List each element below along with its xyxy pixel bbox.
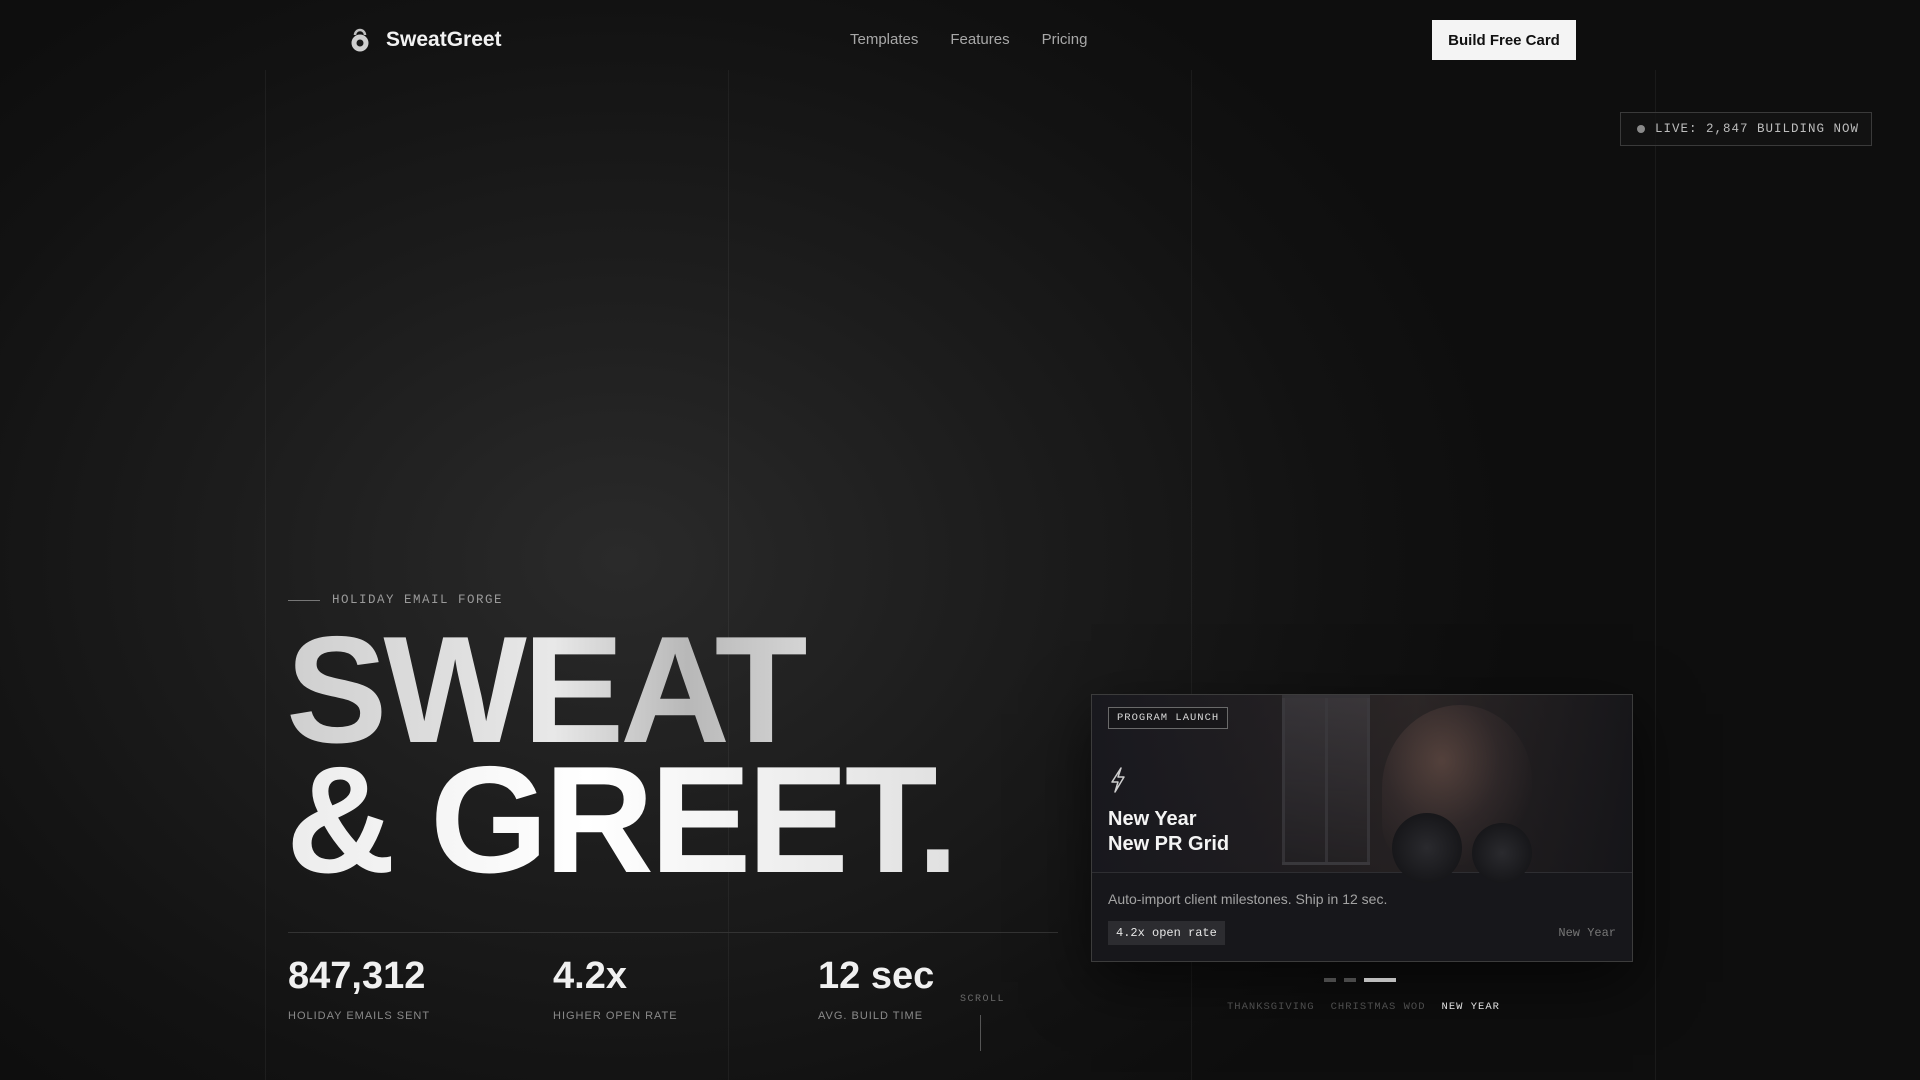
build-free-card-button[interactable]: Build Free Card: [1432, 20, 1576, 60]
carousel-dot-3[interactable]: [1364, 978, 1396, 982]
card-title-line-1: New Year: [1108, 808, 1197, 830]
headline-line-2: & GREET.: [286, 735, 959, 905]
stat-value: 12 sec: [818, 955, 935, 997]
card-title-line-2: New PR Grid: [1108, 833, 1230, 855]
stat-value: 4.2x: [553, 955, 627, 997]
stat-label: HOLIDAY EMAILS SENT: [288, 1010, 431, 1022]
season-selector: THANKSGIVING CHRISTMAS WOD NEW YEAR: [1227, 1001, 1500, 1013]
carousel-dot-2[interactable]: [1344, 978, 1356, 982]
carousel-dots: [1324, 978, 1396, 982]
gym-window-image: [1282, 695, 1370, 865]
stat-label: HIGHER OPEN RATE: [553, 1010, 678, 1022]
live-indicator-dot: [1637, 125, 1645, 133]
weight-plate-image: [1472, 823, 1532, 883]
top-navigation: SweatGreet Templates Features Pricing Bu…: [0, 0, 1920, 80]
weight-plate-image: [1392, 813, 1462, 883]
grid-line: [265, 70, 266, 1080]
card-footer: 4.2x open rate New Year: [1108, 921, 1616, 945]
live-status-text: LIVE: 2,847 BUILDING NOW: [1655, 122, 1860, 136]
nav-links: Templates Features Pricing: [850, 31, 1087, 48]
stat-label: AVG. BUILD TIME: [818, 1010, 924, 1022]
grid-line: [728, 70, 729, 1080]
card-body: Auto-import client milestones. Ship in 1…: [1092, 873, 1632, 961]
open-rate-chip: 4.2x open rate: [1108, 921, 1225, 945]
stat-value: 847,312: [288, 955, 426, 997]
scroll-label: SCROLL: [960, 994, 1006, 1005]
season-christmas-wod[interactable]: CHRISTMAS WOD: [1331, 1001, 1426, 1013]
carousel-dot-1[interactable]: [1324, 978, 1336, 982]
card-title: New Year New PR Grid: [1108, 807, 1229, 857]
grid-line: [1655, 70, 1656, 1080]
card-hero-image: PROGRAM LAUNCH New Year New PR Grid: [1092, 695, 1632, 883]
stat-open-rate: 4.2x HIGHER OPEN RATE: [553, 955, 818, 1022]
live-status-badge: LIVE: 2,847 BUILDING NOW: [1620, 112, 1872, 146]
nav-link-pricing[interactable]: Pricing: [1042, 31, 1088, 48]
stats-divider: [288, 932, 1058, 933]
scroll-indicator[interactable]: SCROLL: [960, 994, 1006, 1051]
scroll-line: [979, 1015, 981, 1051]
brand-logo-link[interactable]: SweatGreet: [346, 26, 502, 54]
kettlebell-icon: [351, 28, 369, 52]
stat-emails-sent: 847,312 HOLIDAY EMAILS SENT: [288, 955, 553, 1022]
brand-name: SweatGreet: [386, 28, 502, 51]
card-description: Auto-import client milestones. Ship in 1…: [1108, 891, 1388, 907]
lightning-bolt-icon: [1111, 767, 1125, 793]
eyebrow-rule: [288, 599, 320, 601]
season-new-year[interactable]: NEW YEAR: [1442, 1001, 1500, 1013]
season-thanksgiving[interactable]: THANKSGIVING: [1227, 1001, 1315, 1013]
hero-headline: SWEAT & GREET.: [286, 614, 959, 905]
stat-build-time: 12 sec AVG. BUILD TIME: [818, 955, 1083, 1022]
card-tag: PROGRAM LAUNCH: [1108, 707, 1229, 729]
template-preview-card[interactable]: PROGRAM LAUNCH New Year New PR Grid Auto…: [1091, 694, 1633, 962]
card-season-label: New Year: [1558, 926, 1616, 940]
nav-link-features[interactable]: Features: [950, 31, 1009, 48]
nav-link-templates[interactable]: Templates: [850, 31, 918, 48]
